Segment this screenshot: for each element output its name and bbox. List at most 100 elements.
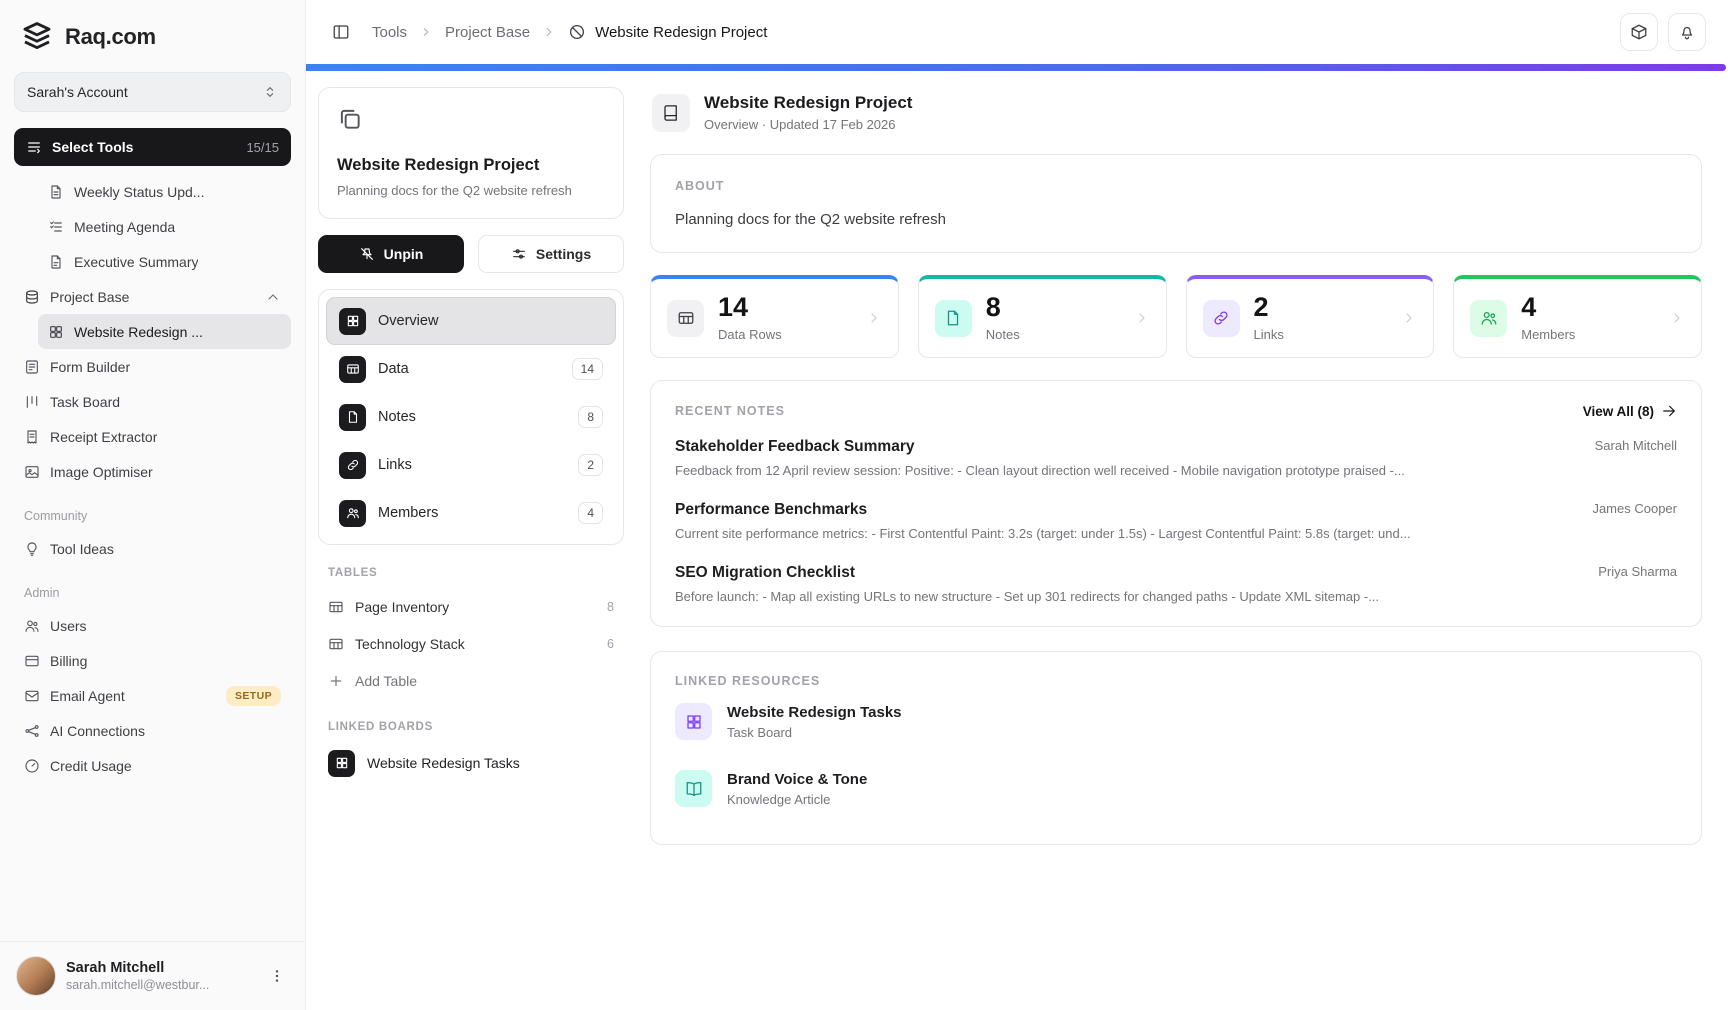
about-text: Planning docs for the Q2 website refresh (675, 211, 1677, 228)
note-row[interactable]: Performance Benchmarks James Cooper Curr… (675, 482, 1677, 545)
topbar: Tools Project Base Website Redesign Proj… (306, 0, 1728, 64)
tables-section-header: TABLES (328, 567, 614, 579)
users-icon (24, 618, 40, 634)
sidebar-item-label: Billing (50, 653, 87, 669)
settings-button[interactable]: Settings (478, 235, 624, 273)
table-item-label: Technology Stack (355, 636, 465, 652)
sidebar-item-label: Task Board (50, 394, 120, 410)
nav-item-label: Notes (378, 409, 416, 425)
sidebar-toggle-icon[interactable] (326, 17, 356, 47)
document-icon (48, 254, 64, 270)
nav-item-notes[interactable]: Notes 8 (326, 393, 616, 441)
sidebar-item-billing[interactable]: Billing (14, 643, 291, 678)
add-table-button[interactable]: Add Table (318, 662, 624, 699)
sidebar-item-image-optimiser[interactable]: Image Optimiser (14, 454, 291, 489)
chevron-up-icon[interactable] (265, 289, 281, 305)
sidebar-item-project-base[interactable]: Project Base (14, 279, 291, 314)
unpin-button[interactable]: Unpin (318, 235, 464, 273)
sidebar-item-meeting-agenda[interactable]: Meeting Agenda (38, 209, 291, 244)
avatar (16, 956, 56, 996)
table-item-technology-stack[interactable]: Technology Stack 6 (318, 625, 624, 662)
chevron-right-icon (419, 25, 433, 39)
nav-item-members[interactable]: Members 4 (326, 489, 616, 537)
grid-icon (339, 308, 366, 335)
stat-card-notes[interactable]: 8 Notes (918, 275, 1167, 358)
table-item-count: 6 (607, 637, 614, 651)
linked-resource-row[interactable]: Website Redesign Tasks Task Board (675, 688, 1677, 755)
sidebar-item-users[interactable]: Users (14, 608, 291, 643)
stat-card-members[interactable]: 4 Members (1453, 275, 1702, 358)
image-icon (24, 464, 40, 480)
sidebar-item-ai-connections[interactable]: AI Connections (14, 713, 291, 748)
note-title: SEO Migration Checklist (675, 564, 855, 582)
pin-off-icon (359, 246, 375, 262)
table-item-page-inventory[interactable]: Page Inventory 8 (318, 588, 624, 625)
note-author: Priya Sharma (1598, 564, 1677, 579)
note-preview: Before launch: - Map all existing URLs t… (675, 589, 1497, 604)
view-all-label: View All (8) (1583, 404, 1654, 419)
note-row[interactable]: SEO Migration Checklist Priya Sharma Bef… (675, 545, 1677, 608)
sidebar-item-tool-ideas[interactable]: Tool Ideas (14, 531, 291, 566)
package-button[interactable] (1620, 13, 1658, 51)
user-profile[interactable]: Sarah Mitchell sarah.mitchell@westbur... (0, 941, 305, 1010)
note-row[interactable]: Stakeholder Feedback Summary Sarah Mitch… (675, 419, 1677, 482)
stat-card-links[interactable]: 2 Links (1186, 275, 1435, 358)
topbar-actions (1620, 13, 1706, 51)
stat-value: 2 (1254, 294, 1284, 321)
nav-item-overview[interactable]: Overview (326, 297, 616, 345)
table-icon (339, 356, 366, 383)
stat-label: Links (1254, 327, 1284, 342)
resource-title: Website Redesign Tasks (727, 704, 902, 721)
stat-label: Notes (986, 327, 1020, 342)
select-tools-button[interactable]: Select Tools 15/15 (14, 128, 291, 166)
table-icon (328, 599, 344, 615)
sidebar-item-executive-summary[interactable]: Executive Summary (38, 244, 291, 279)
sidebar-item-receipt-extractor[interactable]: Receipt Extractor (14, 419, 291, 454)
members-icon (1470, 300, 1507, 337)
sidebar-item-weekly-status[interactable]: Weekly Status Upd... (38, 174, 291, 209)
table-item-label: Page Inventory (355, 599, 449, 615)
linked-resources-header: LINKED RESOURCES (675, 674, 1677, 688)
breadcrumb-project-base[interactable]: Project Base (445, 24, 530, 41)
resource-type: Task Board (727, 725, 902, 740)
settings-label: Settings (536, 246, 591, 262)
brand-logo-icon (20, 20, 54, 54)
stat-value: 14 (718, 294, 782, 321)
linked-board-item[interactable]: Website Redesign Tasks (318, 742, 624, 784)
stat-card-data-rows[interactable]: 14 Data Rows (650, 275, 899, 358)
project-actions: Unpin Settings (318, 235, 624, 273)
nav-item-data[interactable]: Data 14 (326, 345, 616, 393)
page-subtitle: Overview · Updated 17 Feb 2026 (704, 117, 912, 132)
overlapping-squares-icon (337, 106, 605, 132)
content-header: Website Redesign Project Overview · Upda… (652, 93, 1700, 132)
view-all-link[interactable]: View All (8) (1583, 403, 1677, 419)
sidebar-item-label: Users (50, 618, 87, 634)
account-selector-label: Sarah's Account (27, 84, 128, 100)
setup-badge: SETUP (226, 686, 281, 706)
nav-item-links[interactable]: Links 2 (326, 441, 616, 489)
gauge-icon (24, 758, 40, 774)
table-icon (328, 636, 344, 652)
sidebar-item-task-board[interactable]: Task Board (14, 384, 291, 419)
chevron-right-icon (1134, 310, 1150, 326)
linked-resources-card: LINKED RESOURCES Website Redesign Tasks … (650, 651, 1702, 845)
project-panel: Website Redesign Project Planning docs f… (318, 87, 624, 1010)
kebab-menu-icon[interactable] (265, 964, 289, 988)
link-icon (339, 452, 366, 479)
sidebar-item-website-redesign[interactable]: Website Redesign ... (38, 314, 291, 349)
nav-item-count: 8 (578, 406, 603, 428)
sidebar-item-label: Tool Ideas (50, 541, 114, 557)
stat-cards: 14 Data Rows 8 Notes (650, 275, 1702, 358)
account-selector[interactable]: Sarah's Account (14, 72, 291, 112)
linked-resource-row[interactable]: Brand Voice & Tone Knowledge Article (675, 755, 1677, 822)
sidebar-item-credit-usage[interactable]: Credit Usage (14, 748, 291, 783)
chevron-right-icon (542, 25, 556, 39)
stat-label: Data Rows (718, 327, 782, 342)
breadcrumb-tools[interactable]: Tools (372, 24, 407, 41)
bell-button[interactable] (1668, 13, 1706, 51)
sidebar-item-email-agent[interactable]: Email Agent SETUP (14, 678, 291, 713)
sliders-icon (511, 246, 527, 262)
sidebar-item-form-builder[interactable]: Form Builder (14, 349, 291, 384)
stat-body: 14 Data Rows (718, 294, 782, 342)
chevron-right-icon (1401, 310, 1417, 326)
